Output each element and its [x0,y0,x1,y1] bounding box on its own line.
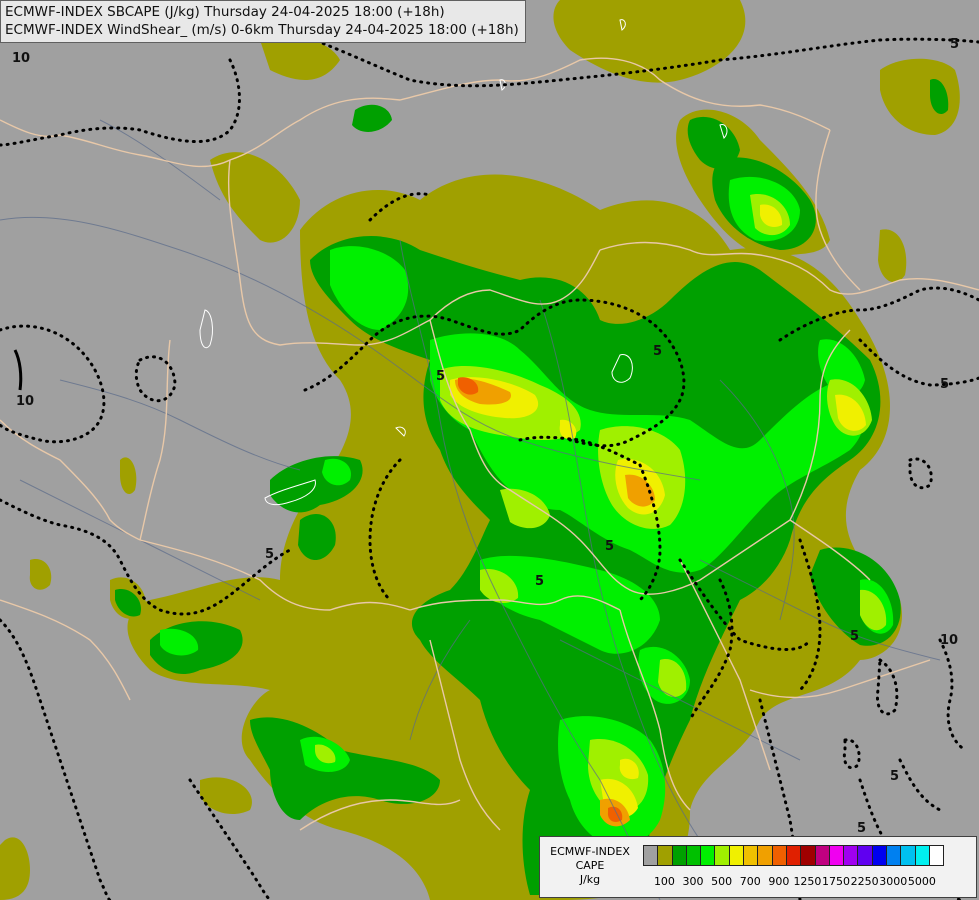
legend-title-variable: CAPE [575,859,605,872]
legend-tick-label: 3000 [879,875,908,888]
contour-label-5-mid: 5 [605,539,614,554]
contour-label-10-e: 10 [940,633,958,648]
legend-swatch [900,845,916,866]
legend-swatch [643,845,659,866]
legend-swatch [843,845,859,866]
legend-swatch [928,845,945,866]
contour-label-5-se3: 5 [857,821,866,836]
legend-swatch [857,845,873,866]
legend-swatch [714,845,730,866]
legend-swatch [757,845,773,866]
legend-tick-label: 5000 [907,875,936,888]
contour-label-5-se: 5 [850,629,859,644]
legend-color-scale [643,845,945,866]
legend-tick-labels: 100 300 500 700 900 1250 1750 2250 3000 5000 [643,875,973,889]
contour-label-5-sw: 5 [265,547,274,562]
legend-swatch [914,845,930,866]
contour-label-5-south: 5 [535,574,544,589]
cape-legend: ECMWF-INDEX CAPE J/kg 100 300 500 700 900 125… [539,836,977,898]
legend-tick-label: 900 [768,875,790,888]
legend-swatch [800,845,816,866]
title-line-sbcape: ECMWF-INDEX SBCAPE (J/kg) Thursday 24-04… [5,4,445,20]
legend-swatch [700,845,716,866]
legend-swatch [743,845,759,866]
legend-title-unit: J/kg [579,873,601,886]
legend-tick-label: 1750 [822,875,851,888]
legend-tick-label: 700 [739,875,761,888]
legend-swatch [871,845,888,866]
legend-swatch [771,845,787,866]
legend-swatch [671,845,687,866]
legend-swatch [814,845,830,866]
legend-swatch [728,845,745,866]
legend-title-source: ECMWF-INDEX [550,845,630,858]
legend-tick-label: 500 [711,875,733,888]
cape-map-canvas: 5 5 5 5 5 5 5 5 5 5 10 10 10 [0,0,979,900]
legend-title: ECMWF-INDEX CAPE J/kg [540,845,640,887]
legend-tick-label: 300 [682,875,704,888]
contour-label-10-w: 10 [16,394,34,409]
legend-tick-label: 1250 [793,875,822,888]
legend-swatch [828,845,845,866]
contour-label-5-east: 5 [940,377,949,392]
contour-label-5-ne: 5 [950,37,959,52]
legend-swatch [685,845,702,866]
title-line-windshear: ECMWF-INDEX WindShear_ (m/s) 0-6km Thurs… [5,22,519,38]
contour-label-5-se2: 5 [890,769,899,784]
legend-swatch [886,845,902,866]
contour-label-10-nw: 10 [12,51,30,66]
legend-tick-label: 2250 [850,875,879,888]
legend-swatch [657,845,673,866]
legend-swatch [785,845,802,866]
legend-tick-label: 100 [653,875,675,888]
contour-label-5-center: 5 [653,344,662,359]
contour-label-5-west: 5 [436,369,445,384]
weather-map: 5 5 5 5 5 5 5 5 5 5 10 10 10 ECMWF-INDEX… [0,0,979,900]
map-title-box: ECMWF-INDEX SBCAPE (J/kg) Thursday 24-04… [0,0,526,43]
